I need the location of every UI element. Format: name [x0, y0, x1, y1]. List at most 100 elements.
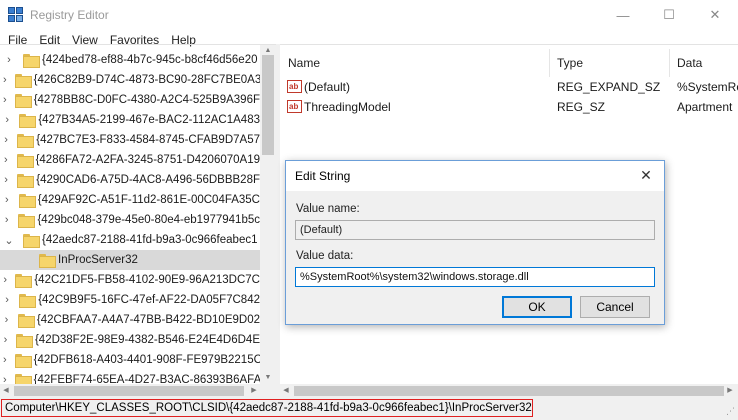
value-row-threadingmodel[interactable]: ab ThreadingModel REG_SZ Apartment	[280, 97, 738, 117]
chevron-right-icon[interactable]: ›	[3, 214, 10, 226]
tree-item[interactable]: › {42CBFAA7-A4A7-47BB-B422-BD10E9D02	[0, 310, 260, 330]
chevron-right-icon[interactable]: ›	[3, 354, 7, 366]
folder-icon	[39, 254, 56, 268]
folder-icon	[14, 354, 32, 368]
chevron-right-icon[interactable]: ›	[3, 314, 10, 326]
value-name: (Default)	[304, 80, 351, 94]
tree-item[interactable]: › {427B34A5-2199-467e-BAC2-112AC1A483	[0, 110, 260, 130]
resize-grip-icon[interactable]: ⋰	[726, 406, 735, 417]
tree-horizontal-scrollbar[interactable]: ◀ ▶	[0, 384, 276, 397]
maximize-button[interactable]: ☐	[646, 0, 692, 30]
folder-icon	[19, 294, 37, 308]
chevron-right-icon[interactable]: ›	[3, 94, 7, 106]
tree-item-label: InProcServer32	[58, 254, 138, 266]
tree-item[interactable]: › {429bc048-379e-45e0-80e4-eb1977941b5c	[0, 210, 260, 230]
tree-item[interactable]: › {427BC7E3-F833-4584-8745-CFAB9D7A57	[0, 130, 260, 150]
scroll-left-icon[interactable]: ◀	[0, 385, 12, 397]
ok-button[interactable]: OK	[502, 296, 572, 318]
tree-item[interactable]: InProcServer32	[0, 250, 260, 270]
close-button[interactable]: ✕	[692, 0, 738, 30]
chevron-right-icon[interactable]: ›	[3, 54, 15, 66]
folder-icon	[17, 134, 35, 148]
chevron-right-icon[interactable]: ›	[3, 174, 9, 186]
tree-item[interactable]: › {426C82B9-D74C-4873-BC90-28FC7BE0A3	[0, 70, 260, 90]
tree-item[interactable]: › {42DFB618-A403-4401-908F-FE979B2215C	[0, 350, 260, 370]
scroll-down-icon[interactable]: ▼	[260, 372, 276, 384]
registry-editor-icon	[8, 7, 24, 23]
tree-item-label: {42DFB618-A403-4401-908F-FE979B2215C	[33, 354, 260, 366]
status-path: Computer\HKEY_CLASSES_ROOT\CLSID\{42aedc…	[1, 399, 533, 417]
cancel-button[interactable]: Cancel	[580, 296, 650, 318]
key-tree-pane: › {424bed78-ef88-4b7c-945c-b8cf46d56e20 › {…	[0, 44, 276, 397]
value-data-input[interactable]: %SystemRoot%\system32\windows.storage.dl…	[295, 267, 655, 287]
chevron-right-icon[interactable]: ›	[3, 74, 7, 86]
chevron-right-icon[interactable]: ›	[3, 194, 11, 206]
dialog-close-button[interactable]: ✕	[636, 167, 656, 185]
folder-icon	[23, 54, 40, 68]
tree-item-label: {427BC7E3-F833-4584-8745-CFAB9D7A57	[36, 134, 260, 146]
chevron-down-icon[interactable]: ⌄	[3, 234, 15, 247]
chevron-right-icon[interactable]: ›	[3, 334, 8, 346]
tree-item[interactable]: ⌄ {42aedc87-2188-41fd-b9a3-0c966feabec1	[0, 230, 260, 250]
tree-item-label: {4278BB8C-D0FC-4380-A2C4-525B9A396F	[33, 94, 260, 106]
column-header-type[interactable]: Type	[557, 53, 583, 73]
folder-icon	[17, 174, 35, 188]
list-hscroll-thumb[interactable]	[294, 386, 724, 396]
folder-icon	[15, 334, 33, 348]
tree-item[interactable]: › {4278BB8C-D0FC-4380-A2C4-525B9A396F	[0, 90, 260, 110]
window-title: Registry Editor	[30, 8, 109, 22]
tree-item[interactable]: › {4290CAD6-A75D-4AC8-A496-56DBBB28F	[0, 170, 260, 190]
tree-item[interactable]: › {4286FA72-A2FA-3245-8751-D4206070A19	[0, 150, 260, 170]
scroll-left-icon[interactable]: ◀	[280, 385, 292, 397]
tree-item-label: {429AF92C-A51F-11d2-861E-00C04FA35C	[37, 194, 260, 206]
folder-icon	[14, 94, 32, 108]
tree-item-label: {427B34A5-2199-467e-BAC2-112AC1A483	[38, 114, 260, 126]
tree-vertical-scrollbar[interactable]: ▲ ▼	[260, 45, 276, 384]
chevron-right-icon[interactable]: ›	[3, 294, 11, 306]
tree-item[interactable]: › {424bed78-ef88-4b7c-945c-b8cf46d56e20	[0, 50, 260, 70]
value-type: REG_SZ	[557, 100, 606, 114]
dialog-title: Edit String	[295, 169, 351, 183]
tree-item-label: {424bed78-ef88-4b7c-945c-b8cf46d56e20	[42, 54, 258, 66]
status-bar: Computer\HKEY_CLASSES_ROOT\CLSID\{42aedc…	[0, 397, 738, 420]
value-data-text: %SystemRoot%\system32\windows.storage.dl…	[300, 271, 529, 283]
tree-item[interactable]: › {429AF92C-A51F-11d2-861E-00C04FA35C	[0, 190, 260, 210]
tree-item-label: {4286FA72-A2FA-3245-8751-D4206070A19	[35, 154, 260, 166]
chevron-right-icon[interactable]: ›	[3, 154, 9, 166]
folder-icon	[17, 314, 35, 328]
chevron-right-icon[interactable]: ›	[3, 114, 11, 126]
column-header-data[interactable]: Data	[677, 53, 702, 73]
scroll-right-icon[interactable]: ▶	[248, 385, 260, 397]
tree-item-label: {4290CAD6-A75D-4AC8-A496-56DBBB28F	[36, 174, 260, 186]
column-header-name[interactable]: Name	[288, 53, 320, 73]
scroll-right-icon[interactable]: ▶	[724, 385, 736, 397]
chevron-right-icon[interactable]: ›	[3, 274, 7, 286]
folder-icon	[15, 274, 33, 288]
title-bar: Registry Editor — ☐ ✕	[0, 0, 738, 30]
tree-item-label: {42D38F2E-98E9-4382-B546-E24E4D6D4E	[34, 334, 260, 346]
folder-icon	[14, 74, 32, 88]
tree-item[interactable]: › {42C21DF5-FB58-4102-90E9-96A213DC7C	[0, 270, 260, 290]
value-data: Apartment	[677, 100, 733, 114]
chevron-right-icon[interactable]: ›	[3, 134, 9, 146]
folder-icon	[16, 154, 34, 168]
edit-string-dialog: Edit String ✕ Value name: (Default) Valu…	[285, 160, 665, 325]
string-value-icon: ab	[287, 80, 302, 93]
tree-item[interactable]: › {42C9B9F5-16FC-47ef-AF22-DA05F7C842	[0, 290, 260, 310]
dialog-title-bar: Edit String ✕	[286, 161, 664, 191]
folder-icon	[18, 194, 36, 208]
tree-item-label: {42aedc87-2188-41fd-b9a3-0c966feabec1	[42, 234, 258, 246]
tree-item-label: {42C9B9F5-16FC-47ef-AF22-DA05F7C842	[38, 294, 260, 306]
folder-icon	[19, 114, 37, 128]
value-name: ThreadingModel	[304, 100, 391, 114]
tree-hscroll-thumb[interactable]	[14, 386, 244, 396]
tree-item-label: {42CBFAA7-A4A7-47BB-B422-BD10E9D02	[36, 314, 260, 326]
minimize-button[interactable]: —	[600, 0, 646, 30]
folder-icon	[23, 234, 40, 248]
value-row-default[interactable]: ab (Default) REG_EXPAND_SZ %SystemRo	[280, 77, 738, 97]
tree-item[interactable]: › {42D38F2E-98E9-4382-B546-E24E4D6D4E	[0, 330, 260, 350]
tree-scroll-thumb[interactable]	[262, 55, 274, 155]
list-horizontal-scrollbar[interactable]: ◀ ▶	[280, 384, 738, 397]
string-value-icon: ab	[287, 100, 302, 113]
tree-item-label: {429bc048-379e-45e0-80e4-eb1977941b5c	[37, 214, 260, 226]
